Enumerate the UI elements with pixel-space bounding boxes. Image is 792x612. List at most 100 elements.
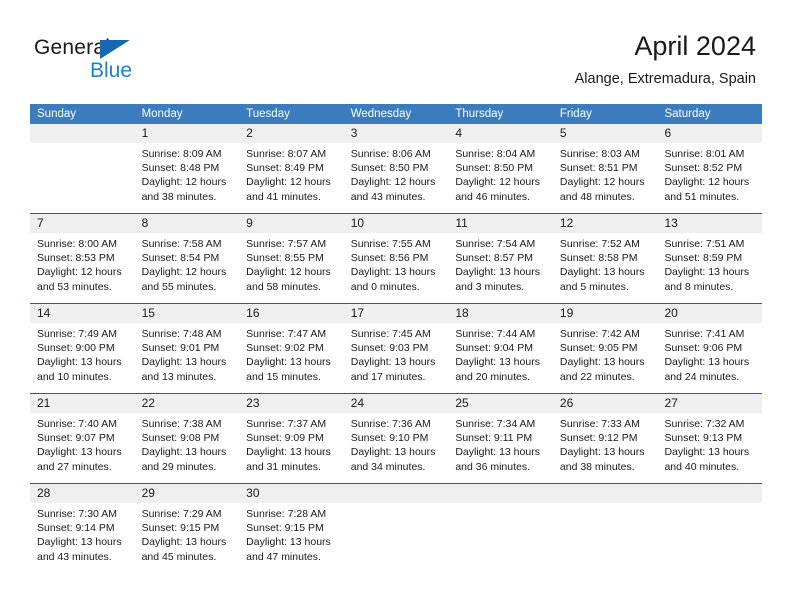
- day-of-week-header: Tuesday: [246, 108, 290, 120]
- logo-text-blue: Blue: [90, 59, 133, 82]
- day-cell[interactable]: Sunrise: 7:51 AM Sunset: 8:59 PM Daylight:…: [657, 233, 762, 303]
- day-cell[interactable]: Sunrise: 7:37 AM Sunset: 9:09 PM Daylight:…: [239, 413, 344, 483]
- day-cell[interactable]: Sunrise: 7:29 AM Sunset: 9:15 PM Daylight:…: [135, 503, 240, 573]
- day-number[interactable]: 19: [553, 304, 658, 323]
- day-cell[interactable]: Sunrise: 7:36 AM Sunset: 9:10 PM Daylight:…: [344, 413, 449, 483]
- day-number[interactable]: 5: [553, 124, 658, 143]
- day-number[interactable]: 27: [657, 394, 762, 413]
- day-number[interactable]: 2: [239, 124, 344, 143]
- sunrise-text: Sunrise: 7:34 AM: [455, 418, 536, 430]
- location-subtitle: Alange, Extremadura, Spain: [574, 71, 756, 87]
- day-number[interactable]: 6: [657, 124, 762, 143]
- day-cell[interactable]: Sunrise: 8:03 AM Sunset: 8:51 PM Daylight:…: [553, 143, 658, 213]
- week-date-numbers: 14 15 16 17 18 19 20: [30, 304, 762, 323]
- sunrise-text: Sunrise: 8:06 AM: [350, 148, 431, 160]
- sunset-text: Sunset: 9:10 PM: [350, 432, 429, 445]
- day-number[interactable]: 21: [30, 394, 135, 413]
- day-cell[interactable]: Sunrise: 7:34 AM Sunset: 9:11 PM Daylight:…: [448, 413, 553, 483]
- week-date-numbers: 123456: [30, 124, 762, 143]
- week-detail-cells: Sunrise: 8:00 AM Sunset: 8:53 PM Daylight:…: [30, 233, 762, 303]
- day-cell[interactable]: Sunrise: 8:09 AM Sunset: 8:48 PM Daylight:…: [135, 143, 240, 213]
- daylight-text-line2: and 34 minutes.: [350, 460, 426, 473]
- day-cell[interactable]: Sunrise: 7:32 AM Sunset: 9:13 PM Daylight:…: [657, 413, 762, 483]
- day-number[interactable]: 15: [135, 304, 240, 323]
- day-cell[interactable]: Sunrise: 7:54 AM Sunset: 8:57 PM Daylight:…: [448, 233, 553, 303]
- day-number[interactable]: 9: [239, 214, 344, 233]
- daylight-text-line2: and 17 minutes.: [350, 370, 426, 383]
- sunset-text: Sunset: 9:04 PM: [455, 342, 533, 355]
- day-number[interactable]: 10: [344, 214, 449, 233]
- day-number[interactable]: 25: [448, 394, 553, 413]
- page-header: General Blue April 2024 Alange, Extremad…: [0, 0, 792, 100]
- day-cell[interactable]: Sunrise: 7:38 AM Sunset: 9:08 PM Daylight:…: [135, 413, 240, 483]
- day-cell[interactable]: Sunrise: 7:58 AM Sunset: 8:54 PM Daylight:…: [135, 233, 240, 303]
- day-cell[interactable]: Sunrise: 7:52 AM Sunset: 8:58 PM Daylight:…: [553, 233, 658, 303]
- day-of-week-header: Friday: [559, 108, 592, 120]
- sunrise-text: Sunrise: 7:28 AM: [246, 508, 327, 520]
- sunrise-text: Sunrise: 7:47 AM: [246, 328, 327, 340]
- day-number[interactable]: 7: [30, 214, 135, 233]
- sunrise-text: Sunrise: 8:09 AM: [141, 148, 222, 160]
- day-number[interactable]: 22: [135, 394, 240, 413]
- day-number[interactable]: 20: [657, 304, 762, 323]
- day-cell[interactable]: Sunrise: 7:33 AM Sunset: 9:12 PM Daylight:…: [553, 413, 658, 483]
- day-cell[interactable]: Sunrise: 7:47 AM Sunset: 9:02 PM Daylight:…: [239, 323, 344, 393]
- sunset-text: Sunset: 8:54 PM: [141, 252, 220, 265]
- day-cell[interactable]: Sunrise: 7:44 AM Sunset: 9:04 PM Daylight:…: [448, 323, 553, 393]
- day-cell[interactable]: Sunrise: 8:07 AM Sunset: 8:49 PM Daylight:…: [239, 143, 344, 213]
- daylight-text-line1: Daylight: 13 hours: [246, 536, 331, 549]
- day-number[interactable]: 24: [344, 394, 449, 413]
- day-cell[interactable]: Sunrise: 7:41 AM Sunset: 9:06 PM Daylight:…: [657, 323, 762, 393]
- day-number[interactable]: 23: [239, 394, 344, 413]
- sunrise-text: Sunrise: 7:36 AM: [350, 418, 431, 430]
- sunset-text: Sunset: 9:02 PM: [246, 342, 324, 355]
- day-number[interactable]: 14: [30, 304, 135, 323]
- general-blue-logo[interactable]: General Blue: [34, 36, 234, 88]
- day-cell[interactable]: Sunrise: 8:01 AM Sunset: 8:52 PM Daylight:…: [657, 143, 762, 213]
- day-cell[interactable]: Sunrise: 8:00 AM Sunset: 8:53 PM Daylight:…: [30, 233, 135, 303]
- day-cell[interactable]: Sunrise: 7:55 AM Sunset: 8:56 PM Daylight:…: [344, 233, 449, 303]
- day-cell[interactable]: Sunrise: 7:45 AM Sunset: 9:03 PM Daylight:…: [344, 323, 449, 393]
- daylight-text-line2: and 3 minutes.: [455, 280, 525, 293]
- day-number[interactable]: 3: [344, 124, 449, 143]
- day-number[interactable]: 13: [657, 214, 762, 233]
- day-number[interactable]: 8: [135, 214, 240, 233]
- day-number[interactable]: 28: [30, 484, 135, 503]
- day-number[interactable]: 17: [344, 304, 449, 323]
- day-cell[interactable]: Sunrise: 7:42 AM Sunset: 9:05 PM Daylight:…: [553, 323, 658, 393]
- day-number[interactable]: 1: [135, 124, 240, 143]
- day-of-week-header: Wednesday: [350, 108, 412, 120]
- daylight-text-line2: and 48 minutes.: [559, 190, 635, 203]
- sunrise-text: Sunrise: 8:04 AM: [455, 148, 536, 160]
- week-detail-cells: Sunrise: 7:30 AM Sunset: 9:14 PM Daylight:…: [30, 503, 762, 573]
- day-number[interactable]: 16: [239, 304, 344, 323]
- sunset-text: Sunset: 8:57 PM: [455, 252, 533, 265]
- daylight-text-line2: and 46 minutes.: [455, 190, 531, 203]
- sunset-text: Sunset: 8:59 PM: [664, 252, 743, 265]
- day-cell[interactable]: Sunrise: 8:04 AM Sunset: 8:50 PM Daylight:…: [448, 143, 553, 213]
- day-number[interactable]: 29: [135, 484, 240, 503]
- daylight-text-line2: and 51 minutes.: [664, 190, 740, 203]
- day-number[interactable]: 18: [448, 304, 553, 323]
- day-number[interactable]: 4: [448, 124, 553, 143]
- daylight-text-line1: Daylight: 13 hours: [559, 356, 645, 369]
- day-of-week-header: Saturday: [664, 108, 711, 120]
- day-cell[interactable]: Sunrise: 7:28 AM Sunset: 9:15 PM Daylight:…: [239, 503, 344, 573]
- day-number[interactable]: 12: [553, 214, 658, 233]
- day-number[interactable]: 26: [553, 394, 658, 413]
- day-cell[interactable]: Sunrise: 7:57 AM Sunset: 8:55 PM Daylight:…: [239, 233, 344, 303]
- sunrise-text: Sunrise: 7:48 AM: [141, 328, 222, 340]
- day-cell[interactable]: Sunrise: 7:48 AM Sunset: 9:01 PM Daylight:…: [135, 323, 240, 393]
- calendar-page: General Blue April 2024 Alange, Extremad…: [0, 0, 792, 612]
- day-cell[interactable]: Sunrise: 7:40 AM Sunset: 9:07 PM Daylight:…: [30, 413, 135, 483]
- day-cell[interactable]: Sunrise: 7:30 AM Sunset: 9:14 PM Daylight:…: [30, 503, 135, 573]
- day-number: [448, 484, 553, 503]
- calendar-week-row: 28 29 30 Sunrise: 7:30 AM Sunset: 9:14 PM Day…: [30, 483, 762, 573]
- daylight-text-line1: Daylight: 13 hours: [246, 446, 331, 459]
- sunrise-text: Sunrise: 7:42 AM: [559, 328, 640, 340]
- day-number[interactable]: 30: [239, 484, 344, 503]
- day-number[interactable]: 11: [448, 214, 553, 233]
- day-cell[interactable]: Sunrise: 8:06 AM Sunset: 8:50 PM Daylight:…: [344, 143, 449, 213]
- sunset-text: Sunset: 8:55 PM: [246, 252, 324, 265]
- day-cell[interactable]: Sunrise: 7:49 AM Sunset: 9:00 PM Daylight:…: [30, 323, 135, 393]
